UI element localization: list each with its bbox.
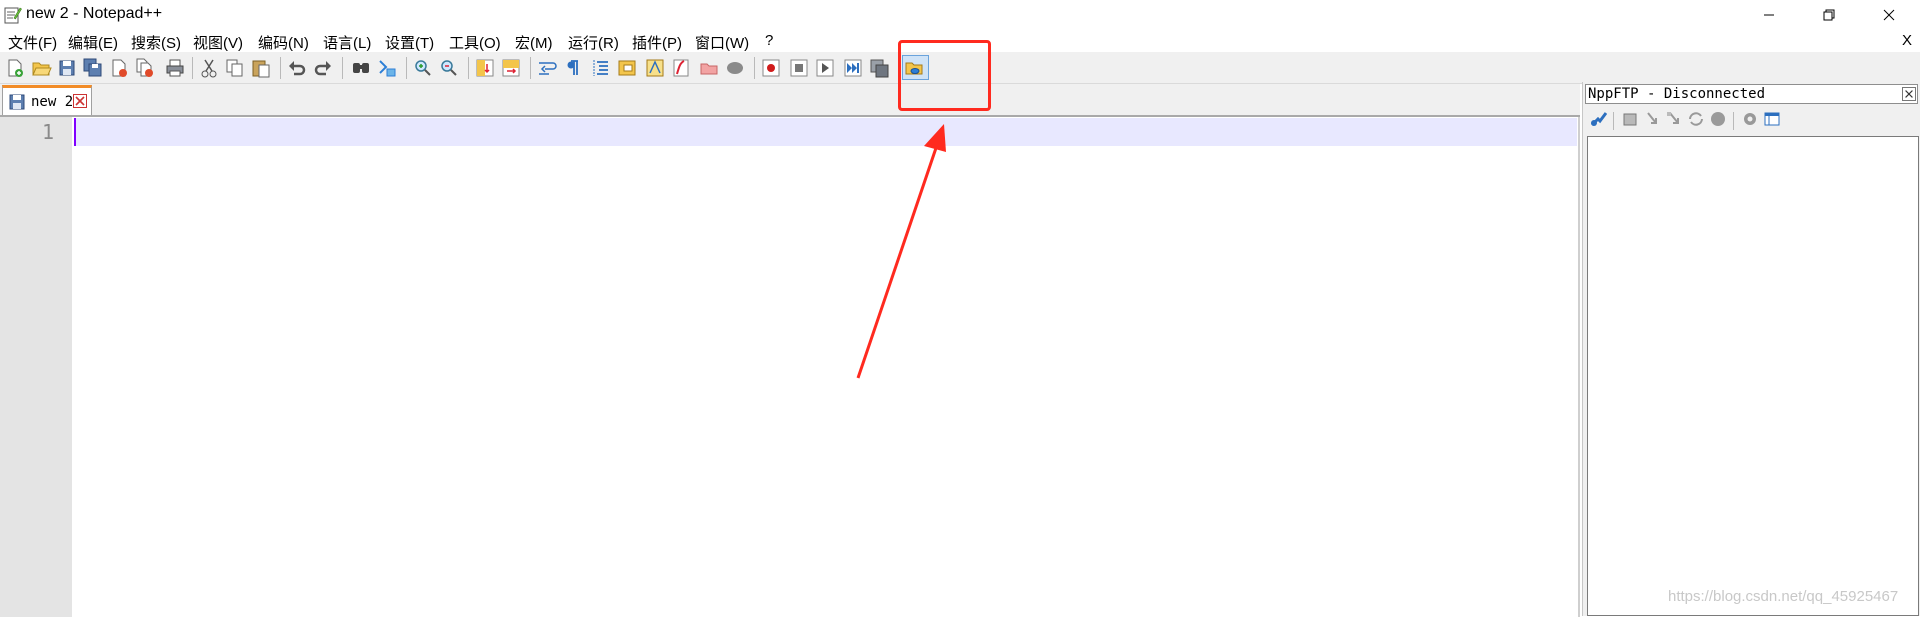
folder-workspace-icon[interactable] bbox=[670, 57, 692, 79]
word-wrap-icon[interactable] bbox=[536, 57, 558, 79]
copy-icon[interactable] bbox=[224, 57, 246, 79]
menu-macro[interactable]: 宏(M) bbox=[515, 32, 553, 53]
save-macro-icon[interactable] bbox=[868, 57, 890, 79]
save-all-icon[interactable] bbox=[82, 57, 104, 79]
stop-macro-icon[interactable] bbox=[788, 57, 810, 79]
text-caret bbox=[74, 118, 76, 146]
doc-map-icon[interactable] bbox=[616, 57, 638, 79]
record-macro-icon[interactable] bbox=[760, 57, 782, 79]
tab-new-2[interactable]: new 2 bbox=[2, 85, 92, 115]
print-icon[interactable] bbox=[164, 57, 186, 79]
download-to-icon[interactable] bbox=[1665, 110, 1683, 128]
message-window-icon[interactable] bbox=[1763, 110, 1781, 128]
settings-icon[interactable] bbox=[1741, 110, 1759, 128]
nppftp-file-tree[interactable] bbox=[1587, 136, 1919, 616]
undo-icon[interactable] bbox=[286, 57, 308, 79]
panel-close-icon[interactable] bbox=[1902, 87, 1916, 101]
abort-icon[interactable] bbox=[1709, 110, 1727, 128]
restore-button[interactable] bbox=[1800, 0, 1858, 30]
nppftp-header: NppFTP - Disconnected bbox=[1585, 84, 1918, 104]
nppftp-title: NppFTP - Disconnected bbox=[1588, 86, 1766, 102]
tab-close-icon[interactable] bbox=[73, 94, 87, 108]
close-all-icon[interactable] bbox=[134, 57, 156, 79]
show-all-chars-icon[interactable] bbox=[562, 57, 584, 79]
title-bar: new 2 - Notepad++ bbox=[0, 0, 1920, 30]
sync-vertical-icon[interactable] bbox=[474, 57, 496, 79]
menu-run[interactable]: 运行(R) bbox=[568, 32, 619, 53]
restore-icon bbox=[1823, 9, 1835, 21]
upload-icon[interactable] bbox=[1621, 110, 1639, 128]
sync-horizontal-icon[interactable] bbox=[500, 57, 522, 79]
close-window-button[interactable] bbox=[1860, 0, 1918, 30]
tab-bar: new 2 bbox=[0, 84, 1580, 116]
open-file-icon[interactable] bbox=[30, 57, 52, 79]
editor-splitter[interactable] bbox=[1578, 117, 1580, 617]
cut-icon[interactable] bbox=[198, 57, 220, 79]
menu-plugins[interactable]: 插件(P) bbox=[632, 32, 682, 53]
menu-language[interactable]: 语言(L) bbox=[323, 32, 371, 53]
nppftp-toolbar bbox=[1583, 108, 1920, 132]
play-macro-icon[interactable] bbox=[814, 57, 836, 79]
menu-settings[interactable]: 设置(T) bbox=[385, 32, 434, 53]
paste-icon[interactable] bbox=[250, 57, 272, 79]
close-file-icon[interactable] bbox=[108, 57, 130, 79]
window-title: new 2 - Notepad++ bbox=[26, 5, 163, 22]
zoom-in-icon[interactable] bbox=[412, 57, 434, 79]
watermark: https://blog.csdn.net/qq_45925467 bbox=[1668, 588, 1899, 605]
replace-icon[interactable] bbox=[376, 57, 398, 79]
minimize-button[interactable] bbox=[1740, 0, 1798, 30]
function-list-icon[interactable] bbox=[644, 57, 666, 79]
tab-label: new 2 bbox=[31, 94, 74, 110]
saved-file-icon bbox=[9, 94, 25, 110]
run-macro-multiple-icon[interactable] bbox=[842, 57, 864, 79]
close-document-button[interactable]: X bbox=[1902, 32, 1912, 49]
zoom-out-icon[interactable] bbox=[438, 57, 460, 79]
editor-area[interactable]: 1 bbox=[0, 116, 1580, 617]
annotation-highlight-box bbox=[898, 40, 991, 111]
notepadpp-icon bbox=[4, 7, 22, 24]
minimize-icon bbox=[1764, 14, 1774, 16]
nppftp-panel: NppFTP - Disconnected bbox=[1582, 82, 1920, 616]
line-number-gutter: 1 bbox=[0, 117, 72, 617]
menu-encoding[interactable]: 编码(N) bbox=[258, 32, 309, 53]
menu-file[interactable]: 文件(F) bbox=[8, 32, 57, 53]
find-icon[interactable] bbox=[350, 57, 372, 79]
connect-icon[interactable] bbox=[1589, 110, 1607, 128]
speech-icon[interactable] bbox=[724, 57, 746, 79]
menu-tools[interactable]: 工具(O) bbox=[449, 32, 501, 53]
download-icon[interactable] bbox=[1643, 110, 1661, 128]
indent-guide-icon[interactable] bbox=[590, 57, 612, 79]
current-line-highlight bbox=[74, 118, 1577, 146]
menu-search[interactable]: 搜索(S) bbox=[131, 32, 181, 53]
save-icon[interactable] bbox=[56, 57, 78, 79]
menu-window[interactable]: 窗口(W) bbox=[695, 32, 749, 53]
monitoring-icon[interactable] bbox=[698, 57, 720, 79]
new-file-icon[interactable] bbox=[4, 57, 26, 79]
redo-icon[interactable] bbox=[312, 57, 334, 79]
line-number: 1 bbox=[41, 120, 54, 144]
menu-help[interactable]: ? bbox=[765, 32, 773, 49]
refresh-icon[interactable] bbox=[1687, 110, 1705, 128]
menu-view[interactable]: 视图(V) bbox=[193, 32, 243, 53]
menu-edit[interactable]: 编辑(E) bbox=[68, 32, 118, 53]
close-icon bbox=[1883, 9, 1895, 21]
